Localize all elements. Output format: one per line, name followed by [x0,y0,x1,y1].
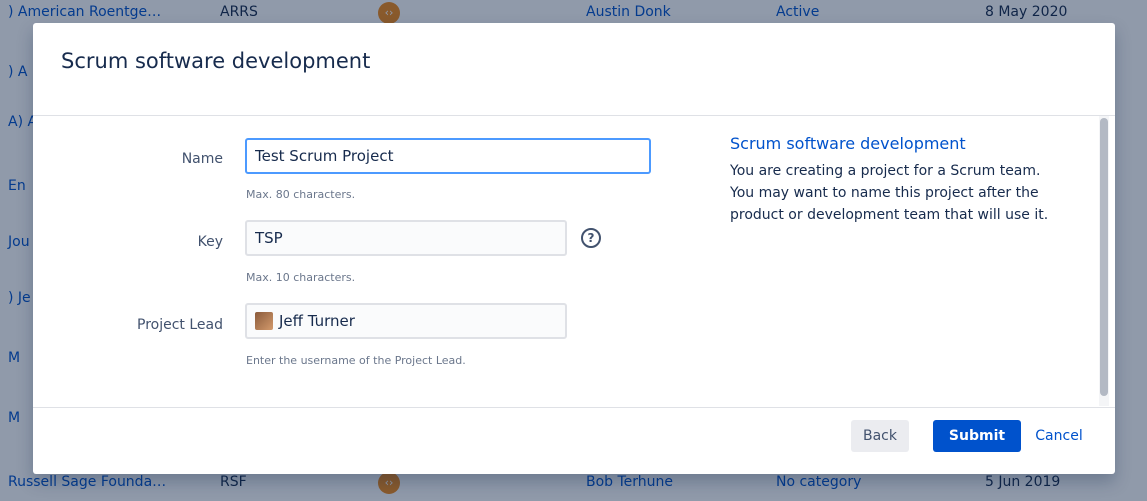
dialog-body: Name Max. 80 characters. Key ? Max. 10 c… [33,116,1115,406]
name-input[interactable] [245,138,651,174]
info-title: Scrum software development [730,134,966,153]
project-lead-label: Project Lead [137,317,223,333]
key-input[interactable] [245,220,567,256]
key-help: Max. 10 characters. [246,271,356,284]
project-lead-help: Enter the username of the Project Lead. [246,354,466,367]
cancel-button[interactable]: Cancel [1027,420,1091,452]
submit-button[interactable]: Submit [933,420,1021,452]
dialog-footer: Back Submit Cancel [33,407,1115,475]
dialog-title: Scrum software development [61,49,371,73]
question-circle-icon[interactable]: ? [581,228,601,248]
scrollbar-thumb[interactable] [1100,118,1108,396]
avatar [255,312,273,330]
info-description: You are creating a project for a Scrum t… [730,163,1049,223]
project-lead-name: Jeff Turner [279,312,355,330]
create-project-dialog: Scrum software development Name Max. 80 … [33,23,1115,474]
key-label: Key [197,234,223,250]
dialog-header: Scrum software development [33,23,1115,116]
project-lead-picker[interactable]: Jeff Turner [245,303,567,339]
name-label: Name [181,151,223,167]
dialog-scrollbar[interactable] [1099,116,1109,406]
back-button[interactable]: Back [851,420,909,452]
name-help: Max. 80 characters. [246,188,356,201]
